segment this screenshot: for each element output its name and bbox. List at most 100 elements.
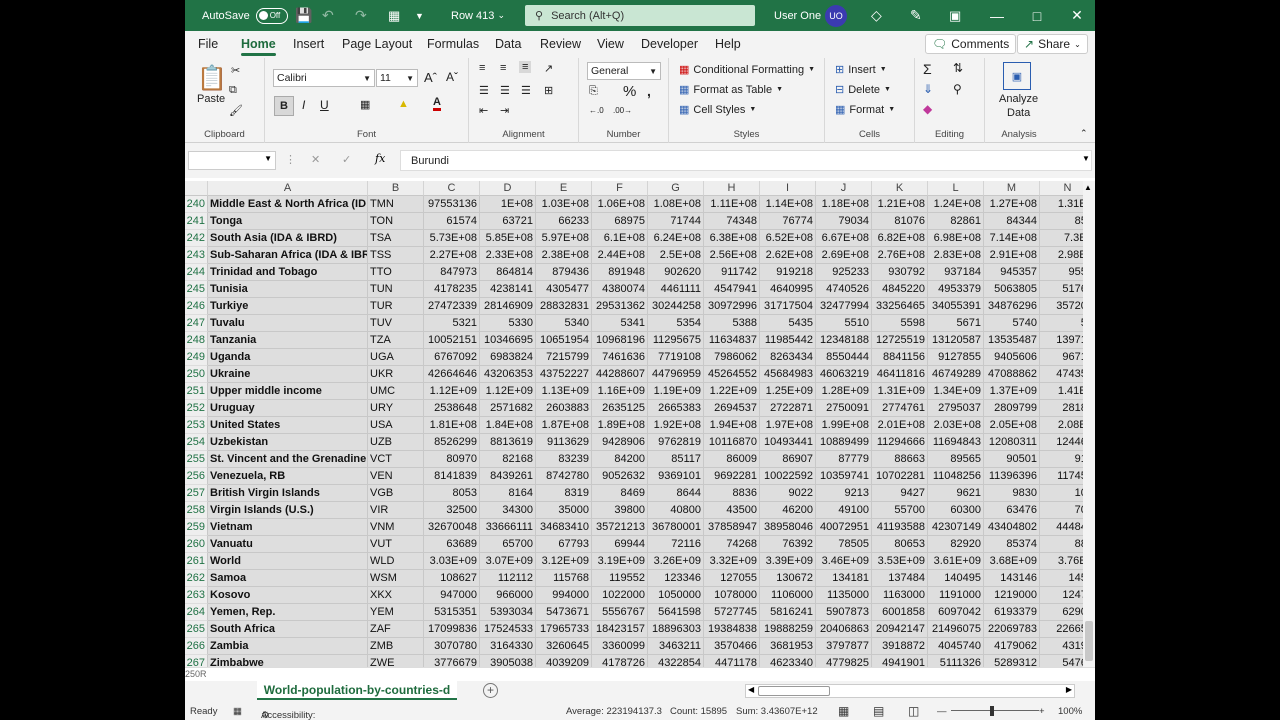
cell[interactable]: 6.1E+08 <box>592 230 648 247</box>
cell[interactable]: Upper middle income <box>208 383 368 400</box>
cell[interactable]: XKX <box>368 587 424 604</box>
zoom-slider-thumb[interactable] <box>990 706 994 716</box>
cell[interactable]: Vanuatu <box>208 536 368 553</box>
cell[interactable]: 1022000 <box>592 587 648 604</box>
cell[interactable]: 11295675 <box>648 332 704 349</box>
format-as-table-button[interactable]: ▦ Format as Table ▼ <box>679 83 783 97</box>
cell[interactable]: 1.24E+08 <box>928 196 984 213</box>
cell[interactable]: 5740 <box>984 315 1040 332</box>
cell[interactable]: 4238141 <box>480 281 536 298</box>
cell[interactable]: 87779 <box>816 451 872 468</box>
cell[interactable]: 5727745 <box>704 604 760 621</box>
cell[interactable]: 45684983 <box>760 366 816 383</box>
cell[interactable]: 96718 <box>1040 349 1083 366</box>
cell[interactable]: 9692281 <box>704 468 760 485</box>
row-header[interactable]: 259 <box>185 519 208 536</box>
cell[interactable]: 84344 <box>984 213 1040 230</box>
cell[interactable]: 1.25E+09 <box>760 383 816 400</box>
column-header[interactable]: L <box>928 181 984 196</box>
cell[interactable]: 1.81E+08 <box>424 417 480 434</box>
italic-button[interactable]: I <box>302 98 305 112</box>
cell[interactable]: 86907 <box>760 451 816 468</box>
cell[interactable]: 85374 <box>984 536 1040 553</box>
cell[interactable]: 1E+08 <box>480 196 536 213</box>
cell[interactable]: 9428906 <box>592 434 648 451</box>
cell[interactable]: 9022 <box>760 485 816 502</box>
cut-icon[interactable]: ✂ <box>231 64 240 77</box>
cell[interactable]: 2.5E+08 <box>648 247 704 264</box>
cell[interactable]: 5671 <box>928 315 984 332</box>
cell[interactable]: 1.87E+08 <box>536 417 592 434</box>
cell[interactable]: 19384838 <box>704 621 760 638</box>
cell[interactable]: Venezuela, RB <box>208 468 368 485</box>
cell[interactable]: 8836 <box>704 485 760 502</box>
cell[interactable]: 2635125 <box>592 400 648 417</box>
scroll-left-icon[interactable]: ◀ <box>748 685 754 694</box>
cell[interactable]: 2.01E+08 <box>872 417 928 434</box>
cell[interactable]: 226652 <box>1040 621 1083 638</box>
tab-home[interactable]: Home <box>241 37 276 56</box>
row-header[interactable]: 260 <box>185 536 208 553</box>
cell[interactable]: 9113629 <box>536 434 592 451</box>
cell[interactable]: TON <box>368 213 424 230</box>
clear-icon[interactable]: ◆ <box>923 102 932 116</box>
cell[interactable]: 2.05E+08 <box>984 417 1040 434</box>
cell[interactable]: 1.06E+08 <box>592 196 648 213</box>
cell[interactable]: 1.22E+09 <box>704 383 760 400</box>
bold-button[interactable]: B <box>274 96 294 116</box>
cell[interactable]: 1.34E+09 <box>928 383 984 400</box>
tab-formulas[interactable]: Formulas <box>427 37 479 51</box>
cell[interactable]: 11694843 <box>928 434 984 451</box>
cell[interactable]: St. Vincent and the Grenadine <box>208 451 368 468</box>
cell[interactable]: 925233 <box>816 264 872 281</box>
autosave[interactable]: AutoSave Off <box>202 0 288 31</box>
cell[interactable]: 2722871 <box>760 400 816 417</box>
format-painter-icon[interactable]: 🖌 <box>229 104 243 117</box>
cell[interactable]: 1.94E+08 <box>704 417 760 434</box>
cell[interactable]: Uruguay <box>208 400 368 417</box>
cell[interactable]: 1135000 <box>816 587 872 604</box>
cell[interactable]: 2571682 <box>480 400 536 417</box>
cell[interactable]: 3164330 <box>480 638 536 655</box>
cell[interactable]: Kosovo <box>208 587 368 604</box>
cell[interactable]: 18423157 <box>592 621 648 638</box>
cell[interactable]: 5816241 <box>760 604 816 621</box>
cell[interactable]: 1191000 <box>928 587 984 604</box>
cell[interactable]: 17524533 <box>480 621 536 638</box>
cell[interactable]: Zimbabwe <box>208 655 368 667</box>
cell[interactable]: 8469 <box>592 485 648 502</box>
cell[interactable]: VNM <box>368 519 424 536</box>
cell[interactable]: Sub-Saharan Africa (IDA & IBR <box>208 247 368 264</box>
cell[interactable]: 12348188 <box>816 332 872 349</box>
cell[interactable]: 1.27E+08 <box>984 196 1040 213</box>
column-header[interactable]: M <box>984 181 1040 196</box>
cell[interactable]: 947000 <box>424 587 480 604</box>
cell[interactable]: 2.91E+08 <box>984 247 1040 264</box>
row-header[interactable]: 265 <box>185 621 208 638</box>
cell[interactable]: 140495 <box>928 570 984 587</box>
cell[interactable]: 100 <box>1040 485 1083 502</box>
cell[interactable]: 60300 <box>928 502 984 519</box>
cell[interactable]: 3.07E+09 <box>480 553 536 570</box>
cell[interactable]: 6.98E+08 <box>928 230 984 247</box>
cell[interactable]: 32477994 <box>816 298 872 315</box>
cell[interactable]: 9052632 <box>592 468 648 485</box>
align-middle-icon[interactable]: ≡ <box>500 62 506 74</box>
cell[interactable]: 6.67E+08 <box>816 230 872 247</box>
cell[interactable]: 137484 <box>872 570 928 587</box>
insert-function-icon[interactable]: fx <box>375 152 385 165</box>
autosave-toggle[interactable]: Off <box>255 7 288 24</box>
row-header[interactable]: 253 <box>185 417 208 434</box>
cell[interactable]: United States <box>208 417 368 434</box>
comma-icon[interactable]: , <box>647 83 651 99</box>
cell[interactable]: 7215799 <box>536 349 592 366</box>
cell[interactable]: 5340 <box>536 315 592 332</box>
cell[interactable]: 22069783 <box>984 621 1040 638</box>
cell[interactable]: 28832831 <box>536 298 592 315</box>
search-box[interactable]: ⚲ Search (Alt+Q) <box>525 5 755 26</box>
decrease-font-icon[interactable]: Aˇ <box>446 70 458 84</box>
cell[interactable]: 46200 <box>760 502 816 519</box>
cell[interactable]: 82920 <box>928 536 984 553</box>
cell[interactable]: TUR <box>368 298 424 315</box>
cell[interactable]: 61574 <box>424 213 480 230</box>
